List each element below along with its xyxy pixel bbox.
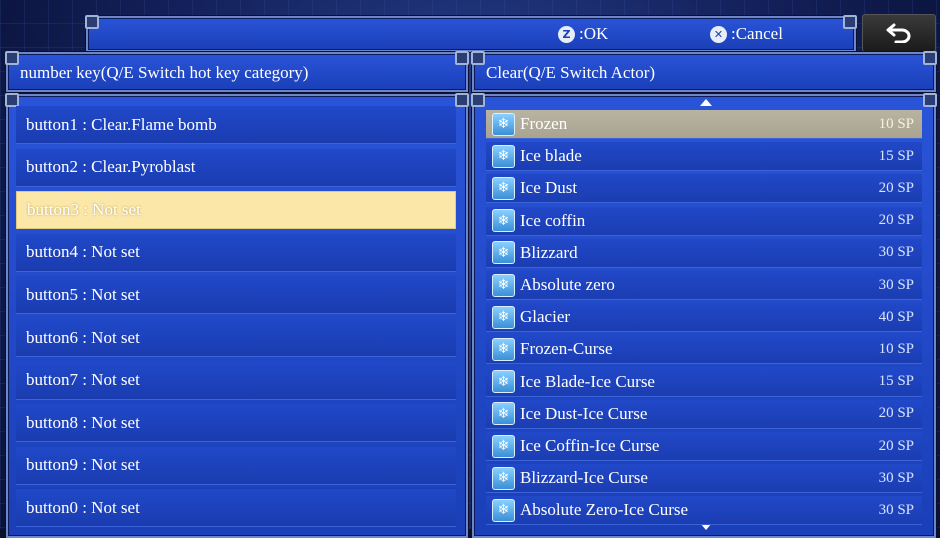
skill-cost: 20 SP bbox=[878, 437, 914, 454]
skill-cost: 40 SP bbox=[878, 308, 914, 325]
hotkey-slot-label: button8 : Not set bbox=[26, 412, 140, 432]
snowflake-icon: ❄ bbox=[492, 273, 515, 297]
hotkey-slot-8[interactable]: button8 : Not set bbox=[16, 404, 456, 443]
skill-name: Ice Blade-Ice Curse bbox=[520, 371, 655, 391]
hotkey-slot-label: button6 : Not set bbox=[26, 327, 140, 347]
skill-name: Ice Dust-Ice Curse bbox=[520, 403, 648, 423]
skill-row[interactable]: ❄ Frozen 10 SP bbox=[486, 110, 922, 139]
skill-cost: 20 SP bbox=[878, 405, 914, 422]
return-arrow-icon bbox=[886, 23, 911, 43]
right-panel-header: Clear(Q/E Switch Actor) bbox=[471, 51, 937, 92]
snowflake-icon: ❄ bbox=[492, 466, 515, 490]
hotkey-slot-label: button0 : Not set bbox=[26, 497, 140, 517]
snowflake-icon: ❄ bbox=[492, 370, 515, 394]
snowflake-icon: ❄ bbox=[492, 337, 515, 361]
back-button[interactable] bbox=[862, 14, 936, 52]
ok-label: :OK bbox=[579, 24, 609, 43]
skill-row[interactable]: ❄ Blizzard 30 SP bbox=[486, 238, 922, 268]
ok-hint[interactable]: Z :OK bbox=[558, 24, 608, 44]
skill-row[interactable]: ❄ Absolute Zero-Ice Curse 30 SP bbox=[486, 496, 922, 526]
hotkey-slot-label: button4 : Not set bbox=[26, 242, 140, 262]
skill-row[interactable]: ❄ Ice Dust-Ice Curse 20 SP bbox=[486, 399, 922, 429]
skill-cost: 10 SP bbox=[878, 340, 914, 357]
snowflake-icon: ❄ bbox=[492, 402, 515, 426]
hotkey-slot-3[interactable]: button3 : Not set bbox=[16, 191, 456, 230]
skill-name: Glacier bbox=[520, 307, 571, 327]
skill-name: Blizzard-Ice Curse bbox=[520, 468, 648, 488]
skill-cost: 20 SP bbox=[878, 212, 914, 229]
snowflake-icon: ❄ bbox=[492, 112, 515, 136]
x-key-icon: ✕ bbox=[710, 25, 727, 43]
skill-cost: 30 SP bbox=[878, 501, 914, 518]
snowflake-icon: ❄ bbox=[492, 305, 515, 329]
cancel-hint[interactable]: ✕ :Cancel bbox=[710, 24, 783, 44]
skill-cost: 20 SP bbox=[878, 179, 914, 196]
skill-row[interactable]: ❄ Ice Blade-Ice Curse 15 SP bbox=[486, 367, 922, 397]
skill-name: Frozen bbox=[520, 114, 568, 133]
skill-row[interactable]: ❄ Ice blade 15 SP bbox=[486, 142, 922, 172]
snowflake-icon: ❄ bbox=[492, 144, 515, 168]
hotkey-slot-1[interactable]: button1 : Clear.Flame bomb bbox=[16, 106, 456, 144]
skill-row[interactable]: ❄ Ice Dust 20 SP bbox=[486, 174, 922, 204]
hotkey-slot-label: button9 : Not set bbox=[26, 455, 140, 475]
hotkey-slot-9[interactable]: button9 : Not set bbox=[16, 446, 456, 485]
z-key-icon: Z bbox=[558, 25, 575, 43]
hotkey-list: button1 : Clear.Flame bomb button2 : Clea… bbox=[5, 93, 469, 538]
skill-row[interactable]: ❄ Glacier 40 SP bbox=[486, 303, 922, 333]
skill-row[interactable]: ❄ Absolute zero 30 SP bbox=[486, 271, 922, 300]
hotkey-slot-2[interactable]: button2 : Clear.Pyroblast bbox=[16, 148, 456, 187]
skill-list: ❄ Frozen 10 SP ❄ Ice blade 15 SP ❄ Ice Dust 20 S… bbox=[471, 93, 937, 538]
hotkey-slot-5[interactable]: button5 : Not set bbox=[16, 276, 456, 315]
skill-row[interactable]: ❄ Ice coffin 20 SP bbox=[486, 206, 922, 236]
scroll-up-arrow-icon[interactable] bbox=[700, 99, 712, 106]
skill-row[interactable]: ❄ Frozen-Curse 10 SP bbox=[486, 335, 922, 365]
skill-cost: 30 SP bbox=[878, 244, 914, 261]
hotkey-category-title: number key(Q/E Switch hot key category) bbox=[20, 63, 309, 82]
snowflake-icon: ❄ bbox=[492, 498, 515, 522]
skill-row[interactable]: ❄ Ice Coffin-Ice Curse 20 SP bbox=[486, 432, 922, 461]
hotkey-slot-7[interactable]: button7 : Not set bbox=[16, 361, 456, 400]
hotkey-slot-10[interactable]: button0 : Not set bbox=[16, 489, 456, 528]
skill-name: Absolute Zero-Ice Curse bbox=[520, 500, 689, 520]
hotkey-slot-label: button5 : Not set bbox=[26, 284, 140, 304]
actor-title: Clear(Q/E Switch Actor) bbox=[486, 63, 656, 82]
skill-name: Absolute zero bbox=[520, 275, 615, 294]
snowflake-icon: ❄ bbox=[492, 241, 515, 265]
skill-name: Frozen-Curse bbox=[520, 339, 613, 359]
skill-row[interactable]: ❄ Blizzard-Ice Curse 30 SP bbox=[486, 464, 922, 494]
hotkey-slot-4[interactable]: button4 : Not set bbox=[16, 233, 456, 272]
hotkey-slot-6[interactable]: button6 : Not set bbox=[16, 319, 456, 357]
skill-name: Blizzard bbox=[520, 242, 578, 262]
hint-bar: Z :OK ✕ :Cancel bbox=[85, 15, 857, 52]
hotkey-slot-label: button2 : Clear.Pyroblast bbox=[26, 157, 196, 177]
skill-cost: 30 SP bbox=[878, 276, 914, 293]
skill-cost: 10 SP bbox=[878, 115, 914, 132]
snowflake-icon: ❄ bbox=[492, 434, 515, 458]
skill-name: Ice coffin bbox=[520, 210, 586, 230]
snowflake-icon: ❄ bbox=[492, 176, 515, 200]
hotkey-slot-label: button1 : Clear.Flame bomb bbox=[26, 114, 217, 134]
cancel-label: :Cancel bbox=[731, 24, 783, 43]
skill-cost: 15 SP bbox=[878, 147, 914, 164]
hotkey-slot-label: button3 : Not set bbox=[27, 200, 141, 220]
snowflake-icon: ❄ bbox=[492, 209, 515, 233]
skill-cost: 30 SP bbox=[878, 469, 914, 486]
skill-name: Ice Coffin-Ice Curse bbox=[520, 436, 660, 455]
left-panel-header: number key(Q/E Switch hot key category) bbox=[5, 51, 469, 92]
skill-cost: 15 SP bbox=[878, 373, 914, 390]
skill-name: Ice blade bbox=[520, 146, 582, 166]
skill-name: Ice Dust bbox=[520, 178, 578, 198]
hotkey-slot-label: button7 : Not set bbox=[26, 370, 140, 390]
